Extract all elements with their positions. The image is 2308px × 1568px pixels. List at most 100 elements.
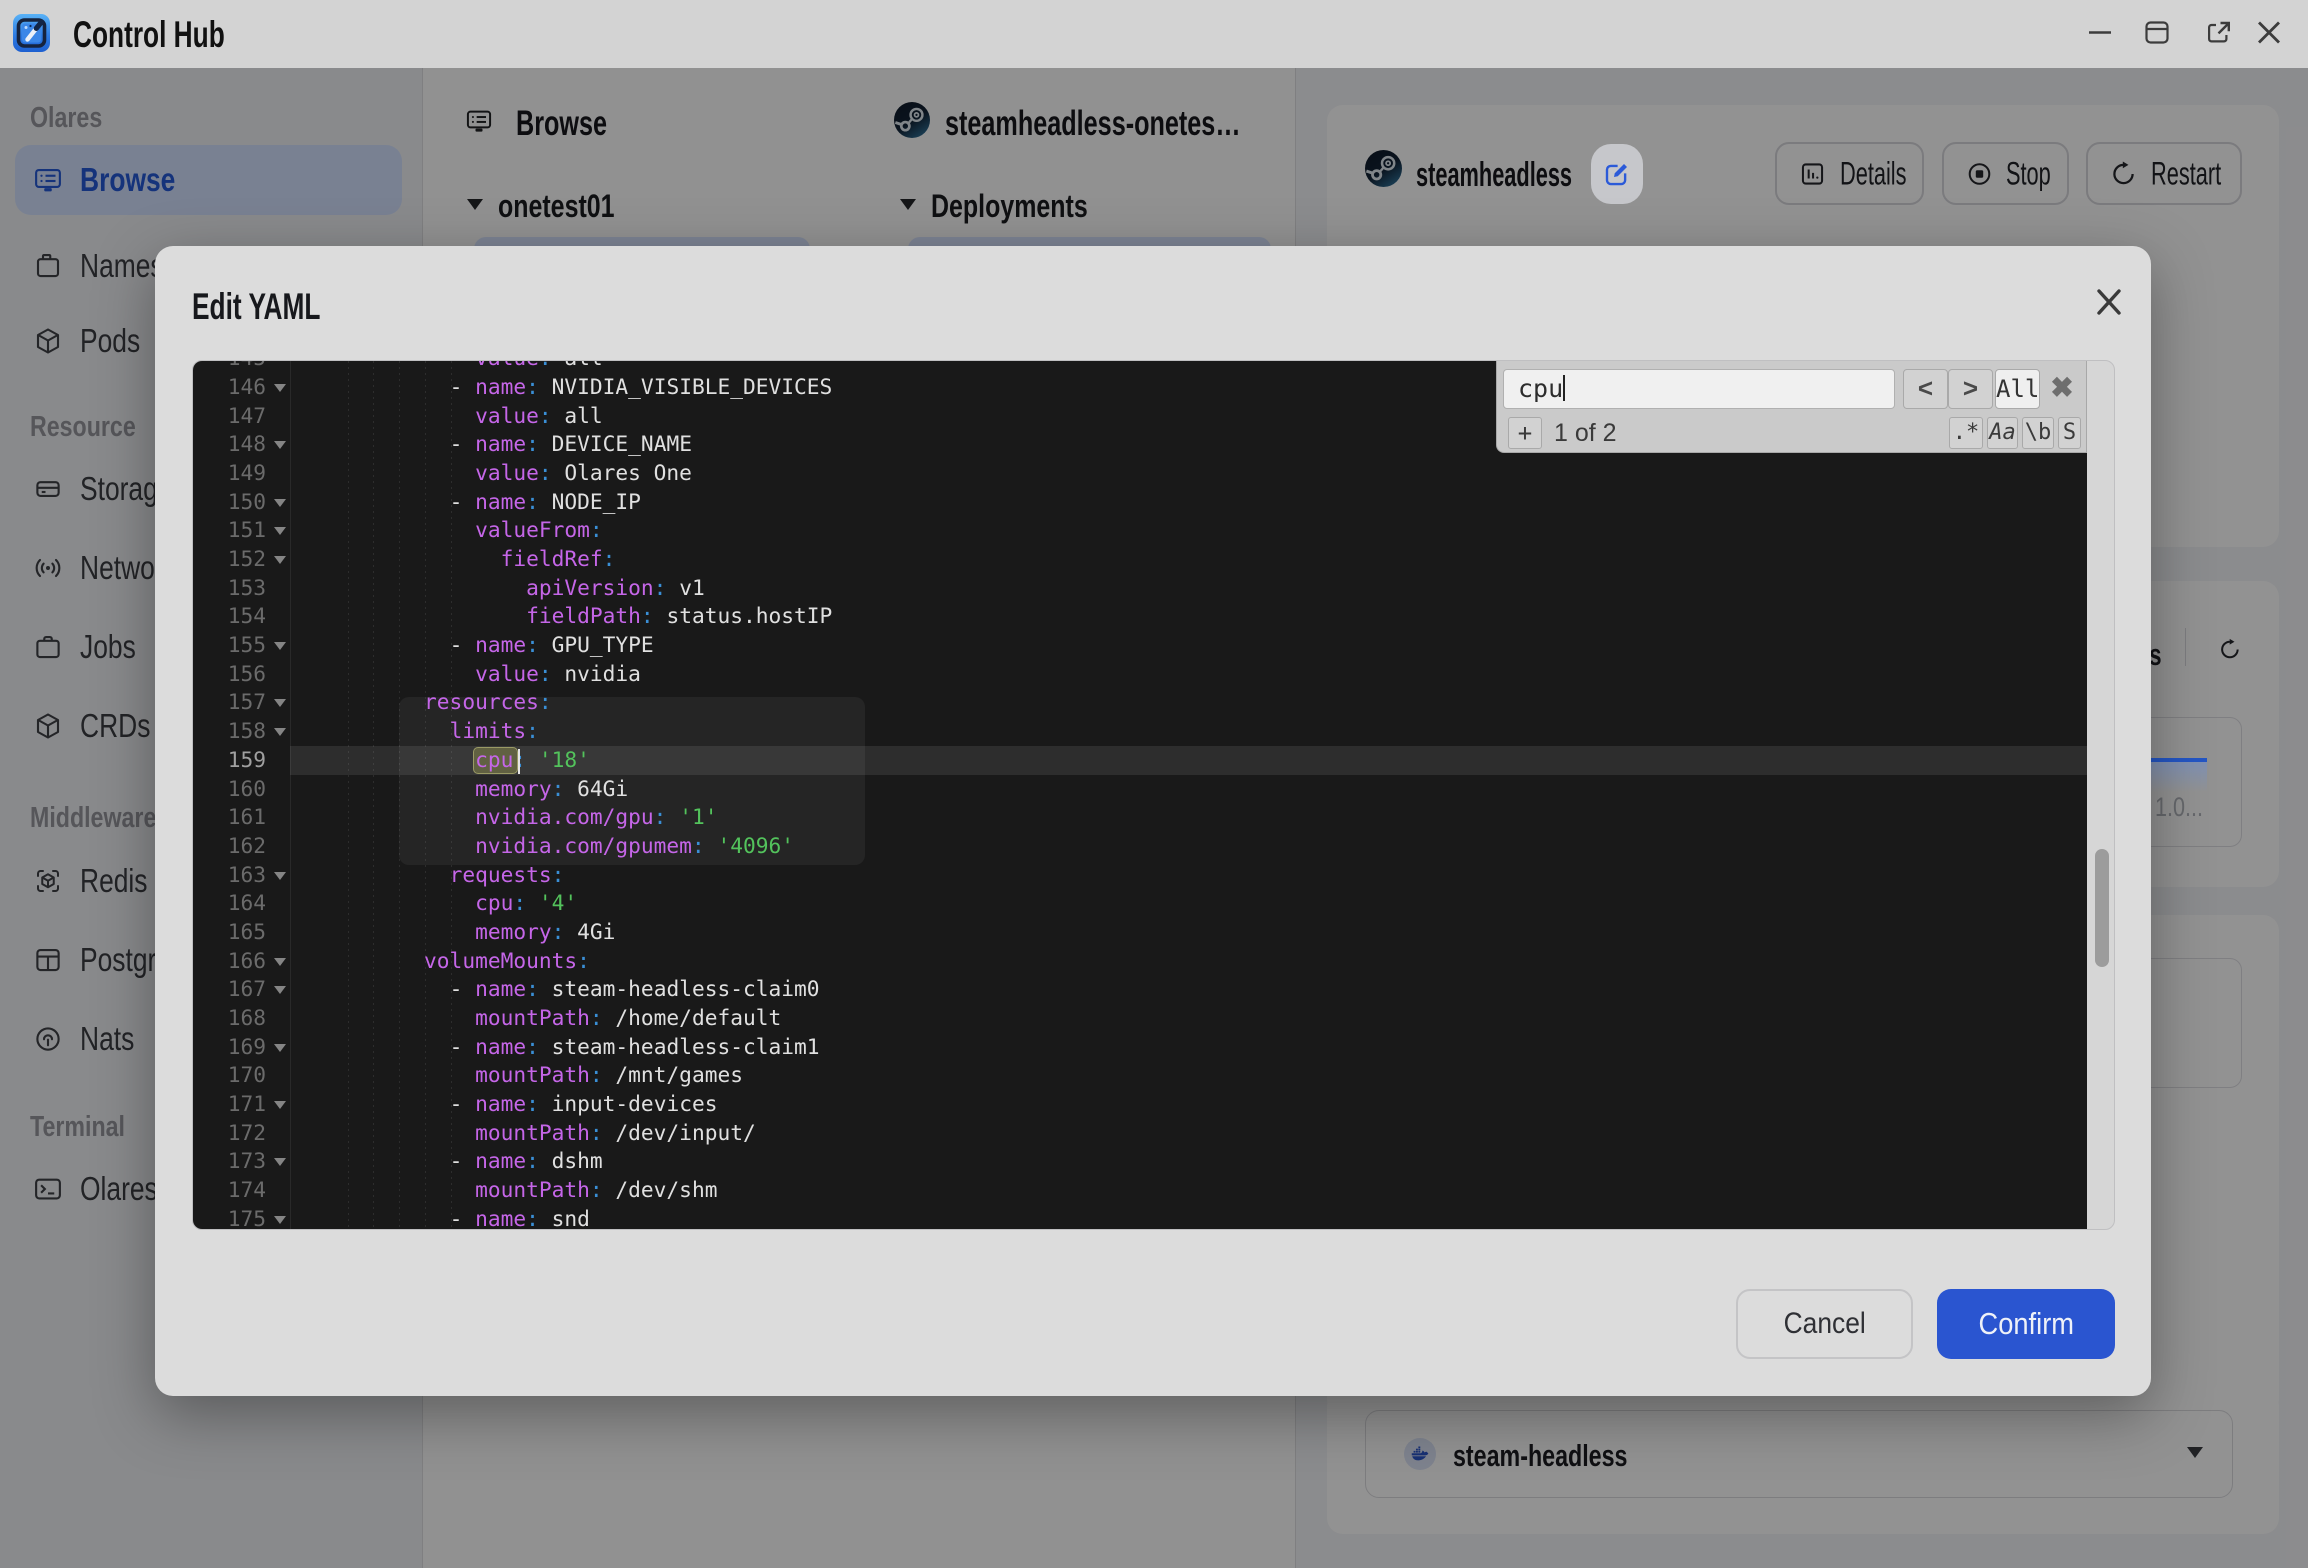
line-number: 155 — [193, 631, 266, 660]
line-number: 172 — [193, 1119, 266, 1148]
line-number: 145 — [193, 361, 266, 373]
find-prev-button[interactable]: < — [1903, 369, 1948, 409]
line-number: 174 — [193, 1176, 266, 1205]
code-line-159: 159 cpu: '18' — [193, 746, 2087, 775]
find-input[interactable]: cpu — [1503, 369, 1895, 409]
find-close-icon[interactable]: ✖ — [2046, 372, 2078, 404]
fold-icon[interactable] — [274, 1101, 286, 1109]
fold-icon[interactable] — [274, 1158, 286, 1166]
fold-icon[interactable] — [274, 958, 286, 966]
line-number: 169 — [193, 1033, 266, 1062]
dialog-close-icon[interactable] — [2084, 278, 2134, 328]
code-line-170: 170 mountPath: /mnt/games — [193, 1061, 2087, 1090]
code-line-169: 169 - name: steam-headless-claim1 — [193, 1033, 2087, 1062]
editor-scrollbar-thumb[interactable] — [2095, 849, 2109, 967]
line-number: 156 — [193, 660, 266, 689]
fold-icon[interactable] — [274, 499, 286, 507]
line-number: 157 — [193, 688, 266, 717]
editor-scrollbar[interactable] — [2087, 361, 2115, 1229]
cancel-button[interactable]: Cancel — [1736, 1289, 1913, 1359]
code-line-150: 150 - name: NODE_IP — [193, 488, 2087, 517]
line-number: 149 — [193, 459, 266, 488]
find-regex-option[interactable]: .* — [1949, 417, 1983, 449]
line-number: 147 — [193, 402, 266, 431]
code-line-164: 164 cpu: '4' — [193, 889, 2087, 918]
app-icon — [13, 14, 50, 52]
line-number: 158 — [193, 717, 266, 746]
open-external-button[interactable] — [2207, 21, 2231, 44]
line-number: 164 — [193, 889, 266, 918]
line-number: 152 — [193, 545, 266, 574]
text-cursor — [518, 749, 520, 774]
code-line-172: 172 mountPath: /dev/input/ — [193, 1119, 2087, 1148]
yaml-editor-container: 145 value: all146 - name: NVIDIA_VISIBLE… — [192, 360, 2115, 1230]
fold-icon[interactable] — [274, 441, 286, 449]
window-titlebar: Control Hub — [0, 0, 2308, 68]
fold-icon[interactable] — [274, 986, 286, 994]
line-number: 170 — [193, 1061, 266, 1090]
fold-icon[interactable] — [274, 699, 286, 707]
pod-usage-text: / 1.0... — [2143, 792, 2203, 823]
line-number: 151 — [193, 516, 266, 545]
line-number: 148 — [193, 430, 266, 459]
code-line-151: 151 valueFrom: — [193, 516, 2087, 545]
line-number: 154 — [193, 602, 266, 631]
line-number: 173 — [193, 1147, 266, 1176]
confirm-button[interactable]: Confirm — [1937, 1289, 2115, 1359]
find-word-option[interactable]: \b — [2022, 417, 2054, 449]
fold-icon[interactable] — [274, 1216, 286, 1224]
code-line-165: 165 memory: 4Gi — [193, 918, 2087, 947]
fold-icon[interactable] — [274, 556, 286, 564]
code-line-156: 156 value: nvidia — [193, 660, 2087, 689]
line-number: 160 — [193, 775, 266, 804]
fold-icon[interactable] — [274, 384, 286, 392]
line-number: 163 — [193, 861, 266, 890]
close-window-button[interactable] — [2257, 21, 2281, 44]
line-number: 168 — [193, 1004, 266, 1033]
find-all-button[interactable]: All — [1995, 369, 2040, 409]
code-line-175: 175 - name: snd — [193, 1205, 2087, 1229]
maximize-button[interactable] — [2145, 21, 2169, 44]
code-line-158: 158 limits: — [193, 717, 2087, 746]
line-number: 146 — [193, 373, 266, 402]
yaml-editor[interactable]: 145 value: all146 - name: NVIDIA_VISIBLE… — [193, 361, 2087, 1229]
code-line-160: 160 memory: 64Gi — [193, 775, 2087, 804]
code-line-157: 157 resources: — [193, 688, 2087, 717]
fold-icon[interactable] — [274, 527, 286, 535]
find-widget: cpu < > All ✖ + 1 of 2 .* Aa \b S — [1496, 361, 2087, 453]
minimize-button[interactable] — [2088, 21, 2112, 44]
line-number: 153 — [193, 574, 266, 603]
code-line-166: 166 volumeMounts: — [193, 947, 2087, 976]
fold-icon[interactable] — [274, 1044, 286, 1052]
fold-icon[interactable] — [274, 642, 286, 650]
find-replace-toggle[interactable]: + — [1508, 417, 1542, 449]
edit-name-button[interactable] — [1591, 144, 1643, 204]
code-line-173: 173 - name: dshm — [193, 1147, 2087, 1176]
find-selection-option[interactable]: S — [2058, 417, 2081, 449]
find-caret — [1563, 375, 1565, 401]
code-line-174: 174 mountPath: /dev/shm — [193, 1176, 2087, 1205]
code-line-153: 153 apiVersion: v1 — [193, 574, 2087, 603]
code-line-154: 154 fieldPath: status.hostIP — [193, 602, 2087, 631]
confirm-label: Confirm — [1978, 1289, 2073, 1359]
fold-icon[interactable] — [274, 728, 286, 736]
code-line-152: 152 fieldRef: — [193, 545, 2087, 574]
code-line-171: 171 - name: input-devices — [193, 1090, 2087, 1119]
find-case-option[interactable]: Aa — [1987, 417, 2018, 449]
line-number: 150 — [193, 488, 266, 517]
dialog-title: Edit YAML — [192, 286, 320, 328]
code-line-155: 155 - name: GPU_TYPE — [193, 631, 2087, 660]
next-chevron-label: > — [1963, 373, 1978, 403]
fold-icon[interactable] — [274, 872, 286, 880]
cancel-label: Cancel — [1783, 1291, 1865, 1357]
edit-yaml-dialog: Edit YAML 145 value: all146 - name: NVID… — [155, 246, 2151, 1396]
line-number: 171 — [193, 1090, 266, 1119]
code-line-167: 167 - name: steam-headless-claim0 — [193, 975, 2087, 1004]
code-line-161: 161 nvidia.com/gpu: '1' — [193, 803, 2087, 832]
yaml-code: 145 value: all146 - name: NVIDIA_VISIBLE… — [193, 361, 2087, 1229]
prev-chevron-label: < — [1918, 373, 1933, 403]
code-line-149: 149 value: Olares One — [193, 459, 2087, 488]
app-title: Control Hub — [73, 14, 225, 56]
find-next-button[interactable]: > — [1948, 369, 1993, 409]
code-line-162: 162 nvidia.com/gpumem: '4096' — [193, 832, 2087, 861]
